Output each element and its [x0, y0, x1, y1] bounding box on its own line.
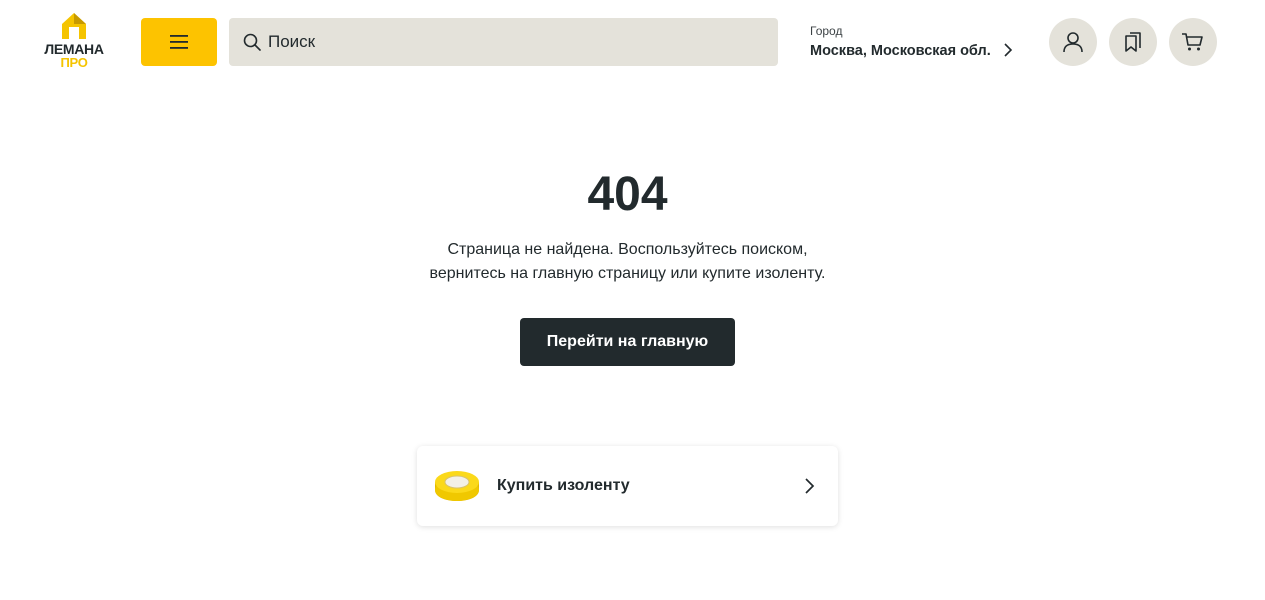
city-label: Город: [810, 24, 843, 38]
chevron-right-icon: [1004, 43, 1013, 57]
search-input[interactable]: [268, 32, 768, 52]
chevron-right-icon: [805, 478, 815, 494]
search-bar[interactable]: [229, 18, 778, 66]
cart-icon: [1182, 33, 1203, 51]
error-message: Страница не найдена. Воспользуйтесь поис…: [0, 238, 1255, 286]
buy-tape-label: Купить изоленту: [497, 477, 630, 494]
logo[interactable]: ЛЕМАНА ПРО: [36, 12, 112, 72]
site-header: ЛЕМАНА ПРО Город Москва, Московская обл.: [0, 0, 1265, 84]
catalog-menu-button[interactable]: [141, 18, 217, 66]
cart-button[interactable]: [1169, 18, 1217, 66]
logo-text-bottom: ПРО: [60, 55, 88, 70]
insulating-tape-image: [435, 471, 479, 501]
city-value: Москва, Московская обл.: [810, 43, 991, 59]
search-icon: [242, 32, 262, 52]
hamburger-icon: [170, 35, 188, 49]
city-selector[interactable]: Город Москва, Московская обл.: [810, 24, 1025, 64]
error-message-line: Страница не найдена. Воспользуйтесь поис…: [447, 241, 808, 258]
error-code: 404: [587, 168, 668, 221]
profile-button[interactable]: [1049, 18, 1097, 66]
buy-tape-card[interactable]: Купить изоленту: [417, 446, 838, 526]
error-message-line: вернитесь на главную страницу или купите…: [429, 265, 826, 282]
house-icon: [62, 13, 86, 39]
bookmarks-button[interactable]: [1109, 18, 1157, 66]
bookmark-icon: [1125, 32, 1141, 52]
user-icon: [1063, 32, 1083, 53]
go-home-button[interactable]: Перейти на главную: [520, 318, 735, 366]
